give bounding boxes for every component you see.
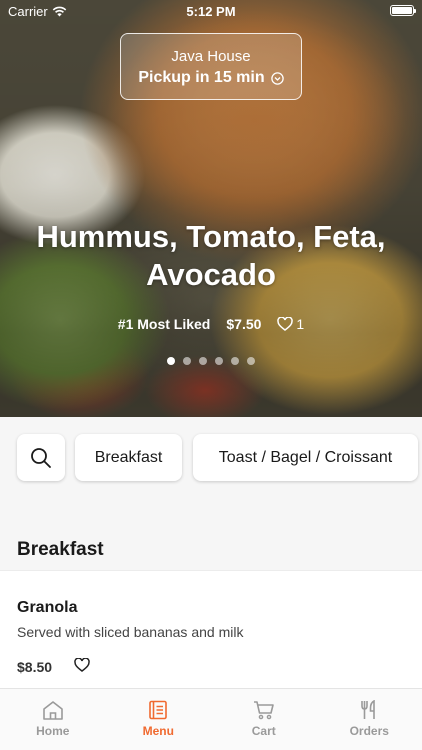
carousel-dot[interactable] bbox=[231, 357, 239, 365]
featured-price: $7.50 bbox=[226, 316, 262, 332]
heart-outline-icon bbox=[277, 317, 294, 331]
like-count: 1 bbox=[296, 316, 305, 332]
category-chip-toast-bagel-croissant[interactable]: Toast / Bagel / Croissant bbox=[193, 434, 418, 481]
battery-icon bbox=[390, 5, 416, 16]
carousel-dot[interactable] bbox=[183, 357, 191, 365]
search-button[interactable] bbox=[17, 434, 65, 481]
hero-banner[interactable]: Carrier 5:12 PM Java House Pickup in 15 … bbox=[0, 0, 422, 417]
category-chip-breakfast[interactable]: Breakfast bbox=[75, 434, 182, 481]
rank-label: #1 Most Liked bbox=[117, 316, 211, 332]
status-bar: Carrier 5:12 PM bbox=[0, 0, 422, 22]
carousel-dot[interactable] bbox=[167, 357, 175, 365]
home-icon bbox=[42, 701, 63, 720]
featured-item-meta: #1 Most Liked $7.50 1 bbox=[0, 316, 422, 332]
item-name: Granola bbox=[17, 599, 78, 616]
section-title: Breakfast bbox=[17, 539, 104, 560]
carousel-dots[interactable] bbox=[0, 357, 422, 365]
search-icon bbox=[31, 447, 51, 468]
carousel-dot[interactable] bbox=[215, 357, 223, 365]
chevron-down-circle-icon bbox=[270, 71, 284, 85]
like-button[interactable]: 1 bbox=[277, 316, 304, 332]
menu-book-icon bbox=[149, 700, 168, 720]
carousel-dot[interactable] bbox=[199, 357, 207, 365]
carousel-dot[interactable] bbox=[247, 357, 255, 365]
cart-icon bbox=[253, 701, 274, 720]
heart-outline-icon[interactable] bbox=[74, 658, 90, 672]
tab-cart[interactable]: Cart bbox=[211, 689, 317, 750]
utensils-icon bbox=[361, 700, 376, 719]
menu-item[interactable]: Granola Served with sliced bananas and m… bbox=[0, 570, 422, 688]
tab-orders[interactable]: Orders bbox=[317, 689, 422, 750]
item-price: $8.50 bbox=[17, 659, 53, 675]
section-header: Breakfast bbox=[0, 499, 422, 570]
featured-item-title: Hummus, Tomato, Feta, Avocado bbox=[36, 219, 386, 292]
store-name: Java House bbox=[171, 48, 251, 65]
category-bar: Breakfast Toast / Bagel / Croissant bbox=[0, 417, 422, 499]
pickup-time-label: Pickup in 15 min bbox=[138, 69, 265, 86]
pickup-selector[interactable]: Java House Pickup in 15 min bbox=[120, 33, 302, 100]
tab-home[interactable]: Home bbox=[0, 689, 106, 750]
clock: 5:12 PM bbox=[186, 4, 236, 19]
tab-menu[interactable]: Menu bbox=[106, 689, 212, 750]
tab-bar: Home Menu Cart Orders bbox=[0, 688, 422, 750]
item-description: Served with sliced bananas and milk bbox=[17, 624, 244, 640]
